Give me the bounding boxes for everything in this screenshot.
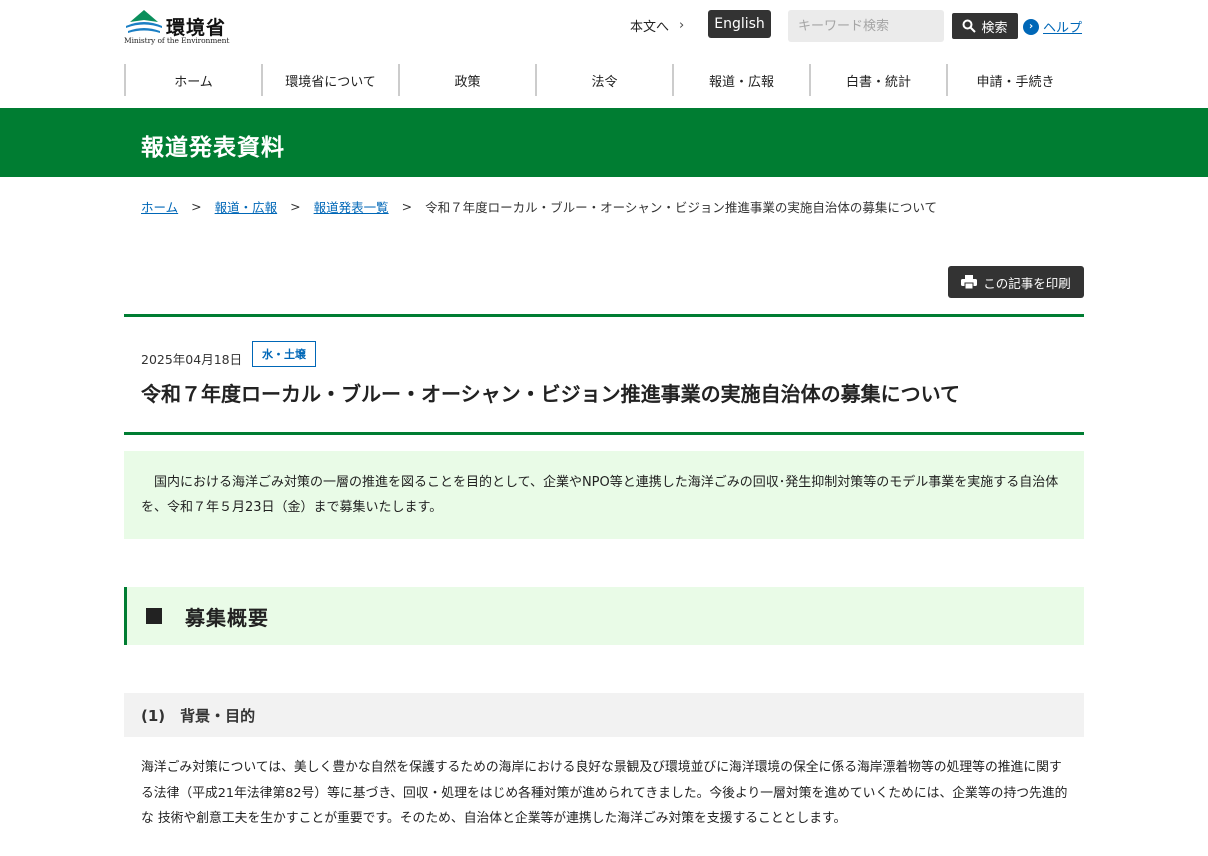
subsection-heading-text: (1) 背景・目的 <box>141 706 256 725</box>
help-label: ヘルプ <box>1043 21 1083 36</box>
print-button-label: この記事を印刷 <box>983 275 1071 291</box>
nav-item-press[interactable]: 報道・広報 <box>672 64 809 96</box>
breadcrumb-current: 令和７年度ローカル・ブルー・オーシャン・ビジョン推進事業の実施自治体の募集につい… <box>425 200 938 215</box>
nav-item-policy[interactable]: 政策 <box>398 64 535 96</box>
article-title: 令和７年度ローカル・ブルー・オーシャン・ビジョン推進事業の実施自治体の募集につい… <box>141 382 960 406</box>
printer-icon <box>961 275 978 289</box>
global-nav: ホーム 環境省について 政策 法令 報道・広報 白書・統計 申請・手続き <box>124 64 1084 96</box>
help-link[interactable]: › ヘルプ <box>1023 17 1082 36</box>
skip-to-content-link[interactable]: 本文へ › <box>630 16 684 35</box>
nav-item-law[interactable]: 法令 <box>535 64 672 96</box>
site-header: 環境省 Ministry of the Environment 本文へ › En… <box>0 0 1208 108</box>
breadcrumb: ホーム > 報道・広報 > 報道発表一覧 > 令和７年度ローカル・ブルー・オーシ… <box>141 197 937 216</box>
section-heading-text: 募集概要 <box>185 605 269 630</box>
page-title: 報道発表資料 <box>141 135 285 161</box>
breadcrumb-separator: > <box>401 199 413 214</box>
print-button[interactable]: この記事を印刷 <box>948 266 1084 298</box>
breadcrumb-separator: > <box>191 199 202 214</box>
chevron-circle-icon: › <box>1023 18 1039 35</box>
body-paragraph: 海洋ごみ対策については、美しく豊かな自然を保護するための海岸における良好な景観及… <box>141 760 1068 826</box>
nav-item-about[interactable]: 環境省について <box>261 64 398 96</box>
english-button[interactable]: English <box>708 10 771 38</box>
subsection-heading: (1) 背景・目的 <box>124 693 1084 737</box>
site-logo[interactable]: 環境省 Ministry of the Environment <box>124 8 230 46</box>
logo-text-en: Ministry of the Environment <box>124 36 230 45</box>
summary-box: 国内における海洋ごみ対策の一層の推進を図ることを目的として、企業やNPO等と連携… <box>124 451 1084 539</box>
page-banner: 報道発表資料 <box>0 108 1208 177</box>
section-heading: 募集概要 <box>124 587 1084 645</box>
search-button[interactable]: 検索 <box>952 13 1018 39</box>
nav-item-home[interactable]: ホーム <box>124 64 261 96</box>
breadcrumb-separator: > <box>290 199 301 214</box>
search-button-label: 検索 <box>981 20 1008 36</box>
square-bullet-icon <box>146 608 162 624</box>
search-input[interactable] <box>788 10 944 42</box>
nav-item-procedures[interactable]: 申請・手続き <box>946 64 1083 96</box>
logo-mark-icon <box>126 10 162 33</box>
nav-item-statistics[interactable]: 白書・統計 <box>809 64 946 96</box>
publish-date: 2025年04月18日 <box>141 352 243 367</box>
skip-to-content-label: 本文へ <box>630 20 670 35</box>
divider <box>124 432 1084 435</box>
chevron-right-icon: › <box>679 18 685 33</box>
divider <box>124 314 1084 317</box>
breadcrumb-press[interactable]: 報道・広報 <box>215 197 278 216</box>
breadcrumb-home[interactable]: ホーム <box>141 197 178 216</box>
category-tag[interactable]: 水・土壌 <box>252 341 316 367</box>
breadcrumb-press-list[interactable]: 報道発表一覧 <box>314 197 389 216</box>
search-icon <box>962 19 977 33</box>
summary-text: 国内における海洋ごみ対策の一層の推進を図ることを目的として、企業やNPO等と連携… <box>141 475 1059 515</box>
